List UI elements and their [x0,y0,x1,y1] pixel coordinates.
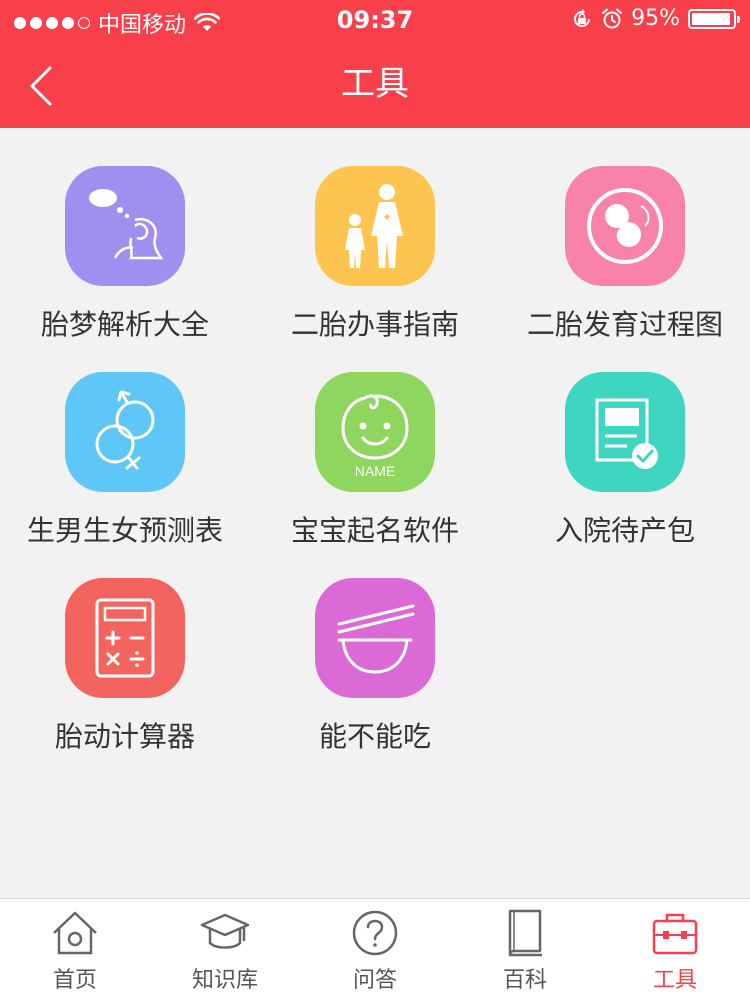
page-title: 工具 [341,64,409,104]
question-icon [352,910,398,956]
tool-gender-prediction[interactable]: 生男生女预测表 [0,334,250,547]
tool-icon-bg [65,372,185,492]
tab-encyclopedia[interactable]: 百科 [450,899,600,1000]
book-icon [508,909,542,957]
graduation-cap-icon [200,913,250,949]
tool-fetal-development[interactable]: 二胎发育过程图 [500,128,750,341]
tool-icon-bg [315,578,435,698]
checklist-icon [595,398,658,469]
tab-bar: 首页 知识库 问答 百科 工具 [0,898,750,1000]
tool-dream-analysis[interactable]: 胎梦解析大全 [0,128,250,341]
tool-icon-bg [65,578,185,698]
tool-hospital-bag[interactable]: 入院待产包 [500,334,750,547]
battery-level [692,12,730,25]
tool-label: 能不能吃 [318,720,431,753]
tool-fetal-movement-calculator[interactable]: 胎动计算器 [0,540,250,753]
tab-label: 知识库 [191,968,258,993]
tool-second-child-guide[interactable]: 二胎办事指南 [250,128,500,341]
tab-home[interactable]: 首页 [0,899,150,1000]
tab-label: 百科 [502,968,547,993]
tab-knowledge[interactable]: 知识库 [150,899,300,1000]
header: 中国移动 09:37 95% 工具 [0,0,750,128]
battery-percentage: 95% [631,6,680,31]
alarm-icon [602,8,623,28]
tab-label: 问答 [352,968,397,993]
tab-label: 首页 [52,968,97,993]
home-icon [53,911,97,955]
tab-tools[interactable]: 工具 [600,899,750,1000]
calculator-icon [95,598,155,678]
tool-icon-bg [315,166,435,286]
family-icon [345,184,403,268]
status-right: 95% [571,6,740,31]
fetus-icon [587,188,663,264]
tool-label: 入院待产包 [554,514,695,547]
gender-icon [95,390,155,470]
tool-icon-bg: NAME [315,372,435,492]
bowl-chopsticks-icon [337,604,415,674]
battery-icon [688,8,740,29]
status-bar: 中国移动 09:37 95% [0,0,750,40]
tool-can-i-eat[interactable]: 能不能吃 [250,540,500,753]
tool-icon-bg [565,166,685,286]
dream-icon [89,189,164,260]
baby-name-text: NAME [355,463,395,479]
tool-baby-naming[interactable]: NAME 宝宝起名软件 [250,334,500,547]
tool-label: 胎动计算器 [54,720,195,753]
rotation-lock-icon [574,8,591,27]
toolbox-icon [652,913,698,955]
tool-icon-bg [565,372,685,492]
baby-face-icon: NAME [341,394,409,479]
tool-icon-bg [65,166,185,286]
tab-label: 工具 [652,968,697,993]
tab-qa[interactable]: 问答 [300,899,450,1000]
